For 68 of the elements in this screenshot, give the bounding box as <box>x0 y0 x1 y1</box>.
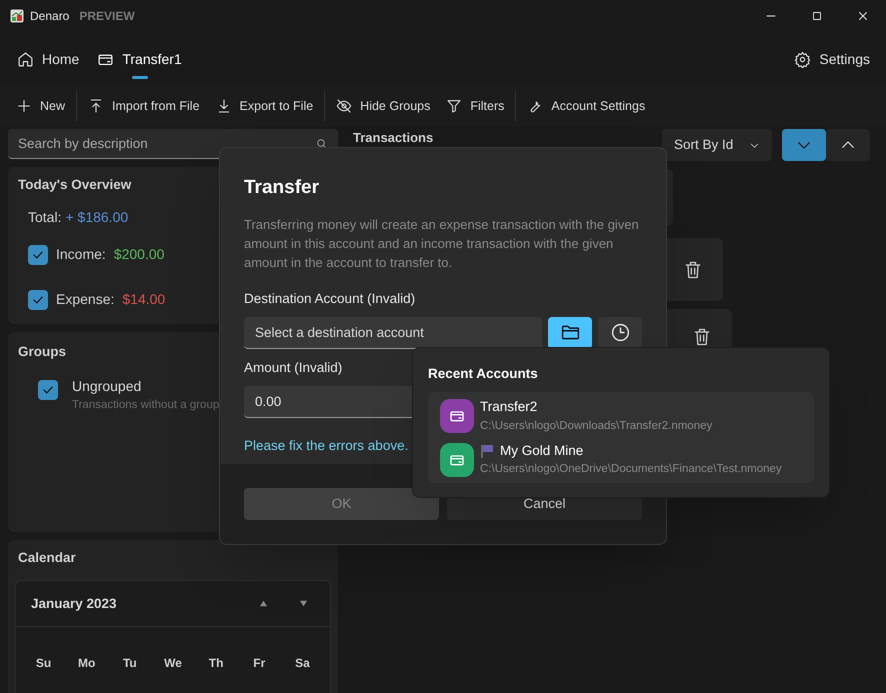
dialog-title: Transfer <box>244 176 319 200</box>
toolbar-button[interactable]: Account Settings <box>519 90 654 122</box>
account-name: Transfer2 <box>480 398 538 416</box>
nav-tab[interactable]: Home <box>8 40 88 78</box>
account-name: My Gold Mine <box>500 442 584 460</box>
settings-button[interactable]: Settings <box>786 40 878 78</box>
account-item[interactable]: Transfer2 C:\Users\nlogo\Downloads\Transfer2.nmoney <box>440 397 802 435</box>
toolbar-button[interactable]: Hide Groups <box>328 90 438 122</box>
delete-button[interactable] <box>692 327 712 347</box>
recent-button[interactable] <box>598 316 642 349</box>
weekday-label: Sa <box>295 654 310 672</box>
checkbox[interactable] <box>38 380 58 400</box>
amount-field[interactable]: 0.00 <box>244 386 412 418</box>
weekday-label: We <box>164 654 182 672</box>
nav-tab[interactable]: Transfer1 <box>88 40 191 78</box>
field-label: Destination Account (Invalid) <box>244 290 416 308</box>
dialog-description: Transferring money will create an expense transaction with the given amount in this account and an income transaction with the given amount in the account to transfer to. <box>244 216 640 272</box>
filter-icon <box>446 98 462 114</box>
window-title: Denaro <box>30 8 70 25</box>
weekday-label: Fr <box>253 654 266 672</box>
sort-descending-button[interactable] <box>782 129 826 161</box>
toolbar-button[interactable]: Import from File <box>80 90 208 122</box>
eye-off-icon <box>336 98 352 114</box>
amount-label: Expense: <box>56 290 114 310</box>
month-title: January 2023 <box>31 594 117 613</box>
section-title: Today's Overview <box>18 176 132 194</box>
settings-icon <box>794 50 812 68</box>
group-name: Ungrouped <box>72 377 142 396</box>
flyout-title: Recent Accounts <box>428 365 538 383</box>
weekday-label: Tu <box>122 654 137 672</box>
clock-icon <box>610 322 631 344</box>
total-amount: + $186.00 <box>65 208 128 228</box>
trash-icon <box>683 260 703 280</box>
up-arrow-icon <box>258 599 268 608</box>
weekday-label: Mo <box>78 654 96 672</box>
home-icon <box>17 50 34 68</box>
maximize-icon <box>811 10 823 22</box>
weekday-label: Th <box>208 654 224 672</box>
transactions-title: Transactions <box>353 129 434 147</box>
account-item[interactable]: My Gold Mine C:\Users\nlogo\OneDrive\Documents\Finance\Test.nmoney <box>440 440 802 478</box>
error-message: Please fix the errors above. <box>244 437 408 455</box>
close-icon <box>857 10 869 22</box>
total-label: Total: <box>28 208 62 228</box>
section-title: Calendar <box>18 549 76 567</box>
destination-field[interactable]: Select a destination account <box>244 316 542 349</box>
amount-value: $14.00 <box>122 290 166 310</box>
app-logo-icon <box>10 9 24 23</box>
browse-button[interactable] <box>548 316 592 349</box>
account-path: C:\Users\nlogo\OneDrive\Documents\Finance\Test.nmoney <box>480 462 782 477</box>
sort-dropdown[interactable]: Sort By Id <box>662 129 772 161</box>
toolbar-button[interactable]: Filters <box>438 90 512 122</box>
weekday-label: Su <box>36 654 52 672</box>
checkbox[interactable] <box>28 244 48 265</box>
field-label: Amount (Invalid) <box>244 358 342 377</box>
delete-button[interactable] <box>683 260 703 280</box>
down-arrow-icon <box>298 599 308 608</box>
section-title: Groups <box>18 343 66 361</box>
plus-icon <box>16 98 32 114</box>
account-path: C:\Users\nlogo\Downloads\Transfer2.nmoney <box>480 418 712 434</box>
group-description: Transactions without a group <box>72 398 220 414</box>
checkbox[interactable] <box>28 290 48 310</box>
amount-label: Income: <box>56 245 106 264</box>
amount-value: $200.00 <box>114 245 164 264</box>
trash-icon <box>692 327 712 347</box>
search-icon <box>315 137 328 150</box>
preview-label: PREVIEW <box>79 8 135 25</box>
toolbar-button[interactable]: New <box>8 90 74 122</box>
toolbar-button[interactable]: Export to File <box>208 90 322 122</box>
